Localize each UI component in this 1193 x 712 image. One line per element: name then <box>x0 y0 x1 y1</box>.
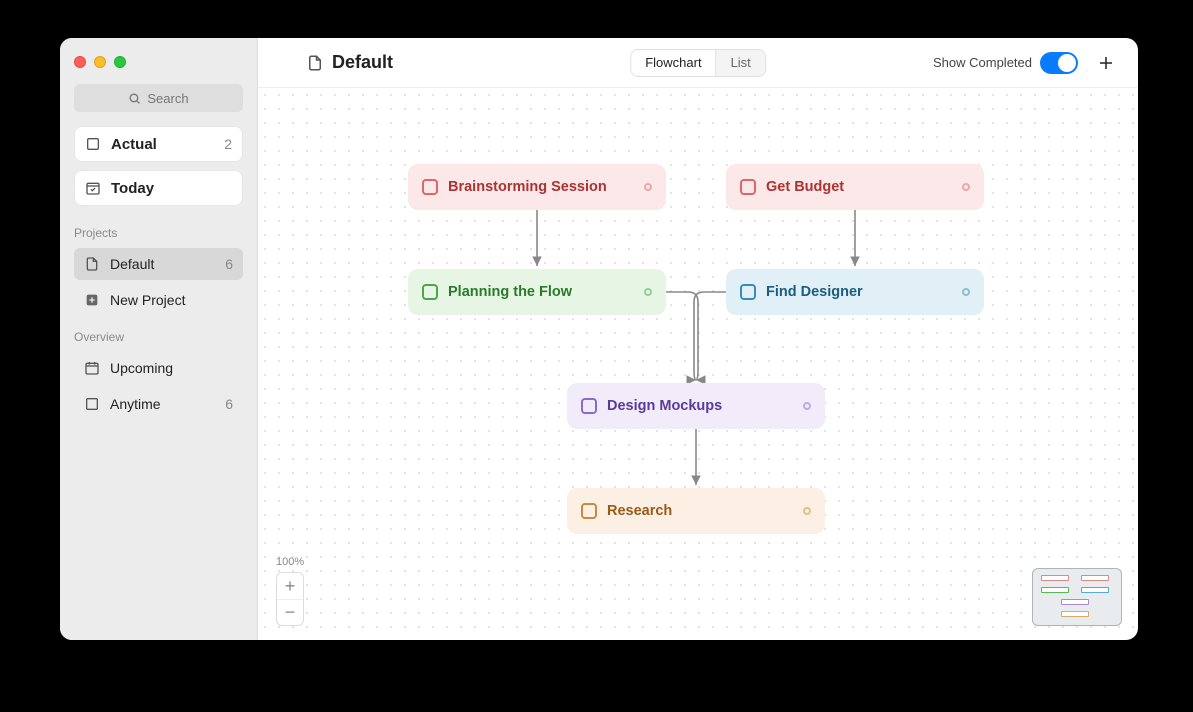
flowchart-edges <box>258 88 1138 640</box>
checkbox-icon[interactable] <box>740 179 756 195</box>
page-title-text: Default <box>332 52 393 73</box>
checkbox-icon[interactable] <box>581 398 597 414</box>
node-brainstorm[interactable]: Brainstorming Session <box>408 164 666 210</box>
sidebar-item-badge: 6 <box>225 396 233 412</box>
fullscreen-window-button[interactable] <box>114 56 126 68</box>
minimap[interactable] <box>1032 568 1122 626</box>
node-handle-icon[interactable] <box>803 402 811 410</box>
sidebar-item-new-project[interactable]: New Project <box>74 284 243 316</box>
node-handle-icon[interactable] <box>803 507 811 515</box>
sidebar-pinned-actual[interactable]: Actual 2 <box>74 126 243 162</box>
plus-icon <box>1097 54 1115 72</box>
main-area: Default Flowchart List Show Completed <box>258 38 1138 640</box>
document-icon <box>84 256 100 272</box>
calendar-check-icon <box>85 180 101 196</box>
minimap-node-icon <box>1081 587 1109 593</box>
search-input[interactable]: Search <box>74 84 243 112</box>
add-button[interactable] <box>1092 49 1120 77</box>
sidebar-item-upcoming[interactable]: Upcoming <box>74 352 243 384</box>
node-planning[interactable]: Planning the Flow <box>408 269 666 315</box>
window-controls <box>60 44 257 84</box>
node-label: Design Mockups <box>607 398 722 414</box>
zoom-out-button[interactable]: − <box>277 599 303 625</box>
view-toggle: Flowchart List <box>630 49 766 77</box>
checkbox-icon[interactable] <box>740 284 756 300</box>
node-research[interactable]: Research <box>567 488 825 534</box>
sidebar-item-label: New Project <box>110 292 185 308</box>
node-label: Research <box>607 503 672 519</box>
node-handle-icon[interactable] <box>962 288 970 296</box>
node-label: Brainstorming Session <box>448 179 607 195</box>
node-handle-icon[interactable] <box>962 183 970 191</box>
square-icon <box>84 396 100 412</box>
sidebar: Search Actual 2 Today Projects Default 6… <box>60 38 258 640</box>
search-placeholder: Search <box>147 91 188 106</box>
sidebar-item-label: Default <box>110 256 154 272</box>
toggle-switch-icon[interactable] <box>1040 52 1078 74</box>
tab-flowchart[interactable]: Flowchart <box>631 50 716 76</box>
minimap-node-icon <box>1061 611 1089 617</box>
node-designer[interactable]: Find Designer <box>726 269 984 315</box>
show-completed-toggle[interactable]: Show Completed <box>933 52 1078 74</box>
tab-list[interactable]: List <box>717 50 765 76</box>
topbar: Default Flowchart List Show Completed <box>258 38 1138 88</box>
calendar-icon <box>84 360 100 376</box>
sidebar-pinned-label: Today <box>111 180 154 197</box>
node-handle-icon[interactable] <box>644 288 652 296</box>
show-completed-label: Show Completed <box>933 55 1032 70</box>
close-window-button[interactable] <box>74 56 86 68</box>
zoom-control: 100% + − <box>276 556 304 626</box>
sidebar-item-label: Anytime <box>110 396 161 412</box>
sidebar-item-label: Upcoming <box>110 360 173 376</box>
zoom-label: 100% <box>276 556 304 568</box>
minimap-node-icon <box>1061 599 1089 605</box>
sidebar-pinned-label: Actual <box>111 136 157 153</box>
plus-square-icon <box>84 292 100 308</box>
sidebar-item-anytime[interactable]: Anytime 6 <box>74 388 243 420</box>
minimap-node-icon <box>1041 575 1069 581</box>
node-budget[interactable]: Get Budget <box>726 164 984 210</box>
node-label: Find Designer <box>766 284 863 300</box>
checkbox-icon[interactable] <box>422 284 438 300</box>
document-icon <box>306 54 324 72</box>
sidebar-pinned-today[interactable]: Today <box>74 170 243 206</box>
node-label: Get Budget <box>766 179 844 195</box>
node-mockups[interactable]: Design Mockups <box>567 383 825 429</box>
checkbox-icon[interactable] <box>581 503 597 519</box>
app-window: Search Actual 2 Today Projects Default 6… <box>60 38 1138 640</box>
search-icon <box>128 92 141 105</box>
page-title: Default <box>276 52 393 73</box>
flowchart-canvas[interactable]: Brainstorming Session Get Budget Plannin… <box>258 88 1138 640</box>
sidebar-pinned-badge: 2 <box>224 136 232 152</box>
sidebar-item-default[interactable]: Default 6 <box>74 248 243 280</box>
zoom-buttons: + − <box>276 572 304 626</box>
node-label: Planning the Flow <box>448 284 572 300</box>
minimize-window-button[interactable] <box>94 56 106 68</box>
sidebar-section-title: Overview <box>60 318 257 350</box>
node-handle-icon[interactable] <box>644 183 652 191</box>
minimap-node-icon <box>1081 575 1109 581</box>
minimap-node-icon <box>1041 587 1069 593</box>
zoom-in-button[interactable]: + <box>277 573 303 599</box>
sidebar-section-title: Projects <box>60 214 257 246</box>
sidebar-item-badge: 6 <box>225 256 233 272</box>
square-icon <box>85 136 101 152</box>
checkbox-icon[interactable] <box>422 179 438 195</box>
